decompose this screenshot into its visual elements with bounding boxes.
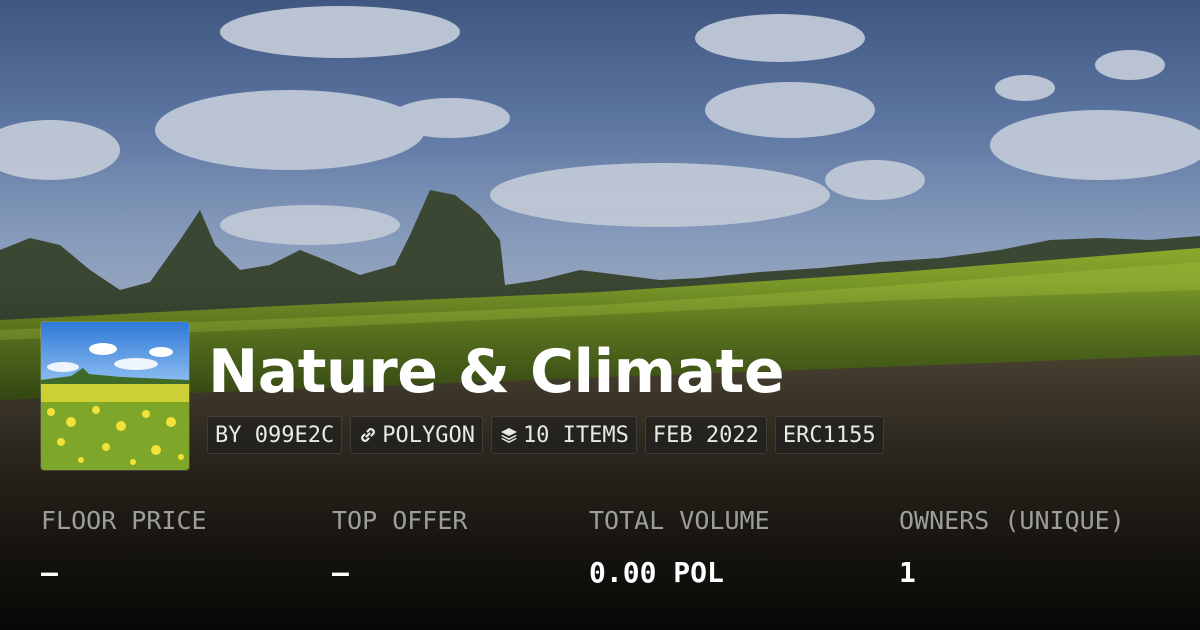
creator-chip-label: BY 099E2C (215, 422, 335, 448)
link-icon (358, 425, 378, 445)
items-chip-label: 10 ITEMS (522, 422, 629, 448)
stat-owners-value: 1 (899, 556, 916, 589)
stat-top-offer-label: TOP OFFER (332, 506, 468, 535)
date-chip: FEB 2022 (644, 416, 767, 454)
collection-title: Nature & Climate (208, 337, 785, 407)
stat-floor-price: FLOOR PRICE – (41, 506, 207, 590)
stat-top-offer: TOP OFFER – (332, 506, 467, 590)
stat-total-volume: TOTAL VOLUME 0.00 POL (589, 506, 770, 590)
chain-chip[interactable]: POLYGON (350, 416, 483, 454)
stat-owners: OWNERS (UNIQUE) 1 (899, 506, 1125, 590)
chain-chip-label: POLYGON (382, 422, 475, 448)
collection-meta-chips: BY 099E2C POLYGON 10 ITEMS FEB 2022 ERC1… (207, 416, 884, 454)
creator-chip[interactable]: BY 099E2C (207, 416, 343, 454)
items-chip[interactable]: 10 ITEMS (490, 416, 637, 454)
stat-floor-price-label: FLOOR PRICE (41, 506, 207, 535)
stat-top-offer-value: – (332, 556, 349, 589)
stat-total-volume-label: TOTAL VOLUME (589, 506, 770, 535)
collection-thumbnail (41, 322, 189, 470)
stat-total-volume-value: 0.00 POL (589, 556, 724, 589)
layers-icon (499, 425, 519, 445)
date-chip-label: FEB 2022 (652, 422, 759, 448)
stat-owners-label: OWNERS (UNIQUE) (899, 506, 1125, 535)
stat-floor-price-value: – (41, 556, 58, 589)
standard-chip: ERC1155 (774, 416, 884, 454)
standard-chip-label: ERC1155 (782, 422, 876, 448)
